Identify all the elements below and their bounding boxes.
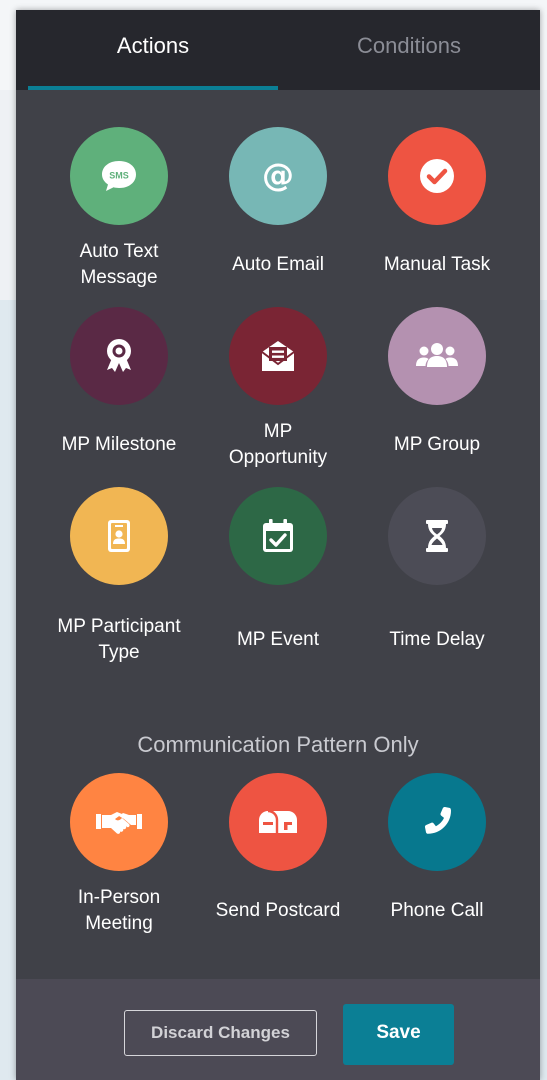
mp-participant-type-circle: [70, 487, 168, 585]
tab-actions[interactable]: Actions: [28, 10, 278, 90]
mp-event-circle: [229, 487, 327, 585]
send-postcard-label: Send Postcard: [215, 900, 341, 921]
manual-task-label: Manual Task: [383, 254, 491, 275]
action-mp-event[interactable]: MP Event: [198, 487, 358, 695]
phone-call-label: Phone Call: [390, 900, 484, 921]
send-postcard-circle: [229, 773, 327, 871]
phone-call-circle: [388, 773, 486, 871]
mailbox-icon: [259, 809, 297, 833]
mp-group-circle: [388, 307, 486, 405]
action-auto-email[interactable]: @ Auto Email: [198, 127, 358, 305]
auto-text-message-circle: SMS: [70, 127, 168, 225]
handshake-icon: [96, 812, 142, 834]
section-title-communication-pattern: Communication Pattern Only: [137, 732, 419, 757]
svg-text:@: @: [262, 156, 294, 194]
action-send-postcard[interactable]: Send Postcard: [198, 773, 358, 951]
time-delay-label: Time Delay: [389, 629, 485, 650]
envelope-open-icon: [261, 341, 295, 371]
active-tab-indicator: [28, 86, 278, 90]
users-group-icon: [416, 343, 458, 367]
auto-email-label: Auto Email: [232, 254, 324, 275]
at-sign-icon: @: [262, 156, 294, 194]
manual-task-circle: [388, 127, 486, 225]
phone-icon: [424, 806, 451, 834]
time-delay-circle: [388, 487, 486, 585]
award-ribbon-icon: [107, 339, 131, 372]
mp-opportunity-circle: [229, 307, 327, 405]
action-picker-panel: Actions Conditions SMS Auto Text Message…: [16, 10, 540, 1080]
action-in-person-meeting[interactable]: In-Person Meeting: [39, 773, 199, 951]
action-mp-opportunity[interactable]: MP Opportunity: [198, 307, 358, 485]
in-person-meeting-circle: [70, 773, 168, 871]
action-auto-text-message[interactable]: SMS Auto Text Message: [39, 127, 199, 305]
svg-text:SMS: SMS: [109, 171, 129, 181]
check-circle-icon: [420, 159, 454, 193]
save-button[interactable]: Save: [343, 1004, 454, 1065]
mp-event-label: MP Event: [236, 629, 320, 650]
in-person-meeting-label: In-Person Meeting: [77, 887, 161, 934]
discard-changes-button[interactable]: Discard Changes: [124, 1010, 317, 1056]
action-mp-group[interactable]: MP Group: [357, 307, 517, 485]
mp-opportunity-label: MP Opportunity: [228, 421, 328, 468]
panel-footer: Discard Changes Save: [16, 979, 540, 1080]
mp-milestone-circle: [70, 307, 168, 405]
action-mp-milestone[interactable]: MP Milestone: [39, 307, 199, 485]
action-manual-task[interactable]: Manual Task: [357, 127, 517, 305]
hourglass-icon: [426, 520, 448, 552]
mp-group-label: MP Group: [393, 434, 481, 455]
tab-bar: Actions Conditions: [16, 10, 540, 90]
action-phone-call[interactable]: Phone Call: [357, 773, 517, 951]
action-mp-participant-type[interactable]: MP Participant Type: [39, 487, 199, 695]
calendar-check-icon: [263, 519, 293, 552]
action-time-delay[interactable]: Time Delay: [357, 487, 517, 695]
auto-text-message-label: Auto Text Message: [79, 241, 159, 288]
id-badge-icon: [108, 520, 130, 552]
auto-email-circle: @: [229, 127, 327, 225]
mp-participant-type-label: MP Participant Type: [57, 616, 181, 663]
tab-conditions[interactable]: Conditions: [278, 10, 540, 90]
mp-milestone-label: MP Milestone: [61, 434, 177, 455]
sms-bubble-icon: SMS: [102, 161, 136, 191]
